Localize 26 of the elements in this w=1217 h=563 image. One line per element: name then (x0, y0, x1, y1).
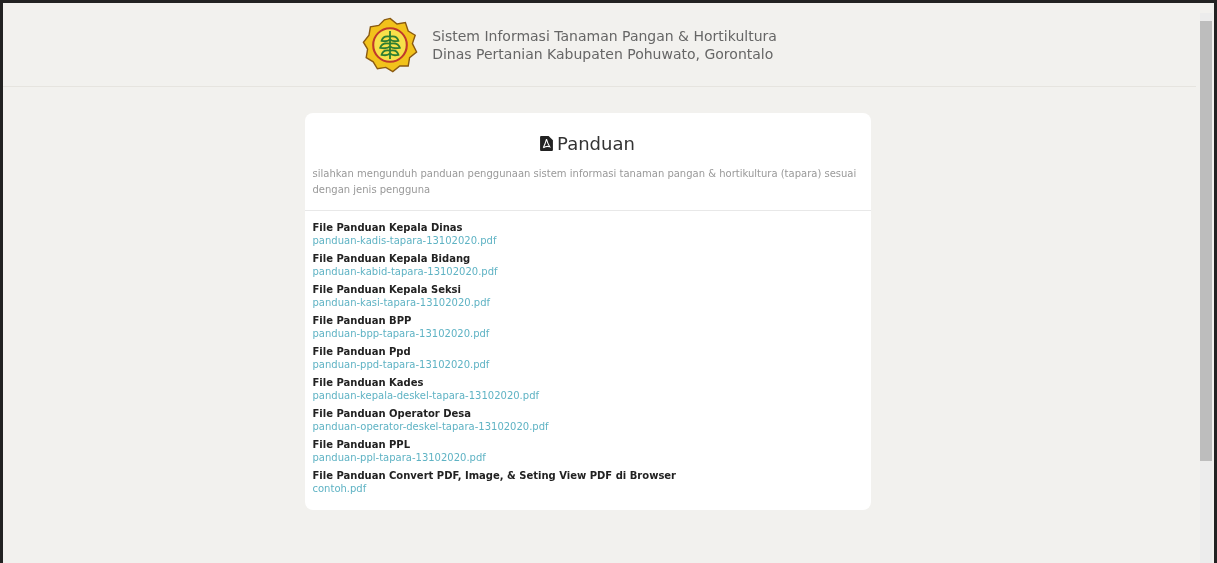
card-title: Panduan (557, 133, 635, 154)
file-label: File Panduan Operator Desa (312, 407, 471, 420)
file-link[interactable]: panduan-kasi-tapara-13102020.pdf (312, 296, 491, 310)
file-link[interactable]: panduan-kadis-tapara-13102020.pdf (312, 234, 497, 248)
scrollbar[interactable] (1200, 13, 1212, 563)
file-label: File Panduan PPL (312, 438, 411, 451)
file-label: File Panduan BPP (312, 314, 412, 327)
emblem-logo (362, 16, 419, 73)
card-description: silahkan mengunduh panduan penggunaan sistem informasi tanaman pangan & hortikultura (tapara) sesuai dengan jenis pengguna (312, 167, 858, 197)
scrollbar-thumb[interactable] (1200, 21, 1212, 461)
file-link[interactable]: panduan-ppd-tapara-13102020.pdf (312, 358, 490, 372)
file-label: File Panduan Kades (312, 376, 424, 389)
file-link[interactable]: panduan-kepala-deskel-tapara-13102020.pdf (312, 389, 539, 403)
pdf-file-icon (540, 136, 554, 151)
file-label: File Panduan Ppd (312, 345, 411, 358)
file-link[interactable]: contoh.pdf (312, 482, 367, 496)
file-link[interactable]: panduan-bpp-tapara-13102020.pdf (312, 327, 490, 341)
file-link[interactable]: panduan-ppl-tapara-13102020.pdf (312, 451, 486, 465)
file-label: File Panduan Kepala Dinas (312, 221, 463, 234)
file-label: File Panduan Kepala Bidang (312, 252, 471, 265)
site-title: Sistem Informasi Tanaman Pangan & Hortikultura (432, 26, 777, 45)
file-link[interactable]: panduan-operator-deskel-tapara-13102020.pdf (312, 420, 549, 434)
file-link[interactable]: panduan-kabid-tapara-13102020.pdf (312, 265, 498, 279)
site-subtitle: Dinas Pertanian Kabupaten Pohuwato, Gorontalo (432, 44, 775, 63)
file-label: File Panduan Kepala Seksi (312, 283, 461, 296)
file-label: File Panduan Convert PDF, Image, & Seting View PDF di Browser (312, 469, 677, 482)
